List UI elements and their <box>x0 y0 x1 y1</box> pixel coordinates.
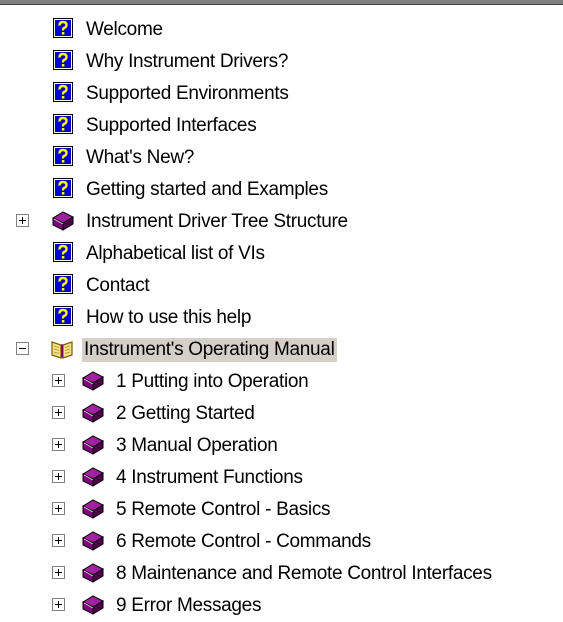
help-topic-icon <box>53 178 75 200</box>
tree-item-label: Getting started and Examples <box>86 179 328 200</box>
tree-item-whats-new[interactable]: What's New? <box>0 142 563 174</box>
help-topic-icon <box>53 18 75 40</box>
tree-item-label: 2 Getting Started <box>116 403 255 424</box>
tree-item-why-instrument-drivers[interactable]: Why Instrument Drivers? <box>0 46 563 78</box>
tree-item-label: Supported Environments <box>86 83 289 104</box>
tree-item-chapter-4[interactable]: 4 Instrument Functions <box>0 462 563 494</box>
closed-book-icon <box>81 434 105 456</box>
tree-item-label: 6 Remote Control - Commands <box>116 531 371 552</box>
tree-item-instrument-driver-tree-structure[interactable]: Instrument Driver Tree Structure <box>0 206 563 238</box>
plus-icon[interactable] <box>16 214 29 227</box>
tree-item-label: Alphabetical list of VIs <box>86 243 265 264</box>
plus-icon[interactable] <box>52 566 65 579</box>
tree-item-label: Instrument Driver Tree Structure <box>86 211 348 232</box>
closed-book-icon <box>81 402 105 424</box>
tree-item-label: 3 Manual Operation <box>116 435 278 456</box>
plus-icon[interactable] <box>52 598 65 611</box>
plus-icon[interactable] <box>52 374 65 387</box>
tree-item-label: Instrument's Operating Manual <box>82 338 337 362</box>
plus-icon[interactable] <box>52 406 65 419</box>
plus-icon[interactable] <box>52 534 65 547</box>
tree-item-alphabetical-list[interactable]: Alphabetical list of VIs <box>0 238 563 270</box>
tree-item-chapter-5[interactable]: 5 Remote Control - Basics <box>0 494 563 526</box>
plus-icon[interactable] <box>52 438 65 451</box>
tree-item-label: Supported Interfaces <box>86 115 257 136</box>
closed-book-icon <box>81 562 105 584</box>
closed-book-icon <box>81 466 105 488</box>
closed-book-icon <box>81 530 105 552</box>
tree-item-chapter-9[interactable]: 9 Error Messages <box>0 590 563 622</box>
tree-item-operating-manual[interactable]: Instrument's Operating Manual <box>0 334 563 366</box>
help-topic-icon <box>53 50 75 72</box>
help-topic-icon <box>53 114 75 136</box>
tree-item-chapter-1[interactable]: 1 Putting into Operation <box>0 366 563 398</box>
tree-item-label: 9 Error Messages <box>116 595 262 616</box>
help-contents-tree: Welcome Why Instrument Drivers? Supporte… <box>0 14 563 622</box>
tree-item-welcome[interactable]: Welcome <box>0 14 563 46</box>
tree-item-label: Why Instrument Drivers? <box>86 51 289 72</box>
tree-item-supported-environments[interactable]: Supported Environments <box>0 78 563 110</box>
tree-item-label: Contact <box>86 275 150 296</box>
open-book-icon <box>50 338 73 360</box>
help-topic-icon <box>53 242 75 264</box>
tree-item-getting-started-examples[interactable]: Getting started and Examples <box>0 174 563 206</box>
tree-item-label: 8 Maintenance and Remote Control Interfa… <box>116 563 492 584</box>
plus-icon[interactable] <box>52 502 65 515</box>
window-top-border <box>0 0 563 5</box>
tree-item-chapter-3[interactable]: 3 Manual Operation <box>0 430 563 462</box>
minus-icon[interactable] <box>16 342 29 355</box>
tree-item-how-to-use-help[interactable]: How to use this help <box>0 302 563 334</box>
closed-book-icon <box>51 210 75 232</box>
help-topic-icon <box>53 82 75 104</box>
closed-book-icon <box>81 594 105 616</box>
help-topic-icon <box>53 146 75 168</box>
tree-item-chapter-2[interactable]: 2 Getting Started <box>0 398 563 430</box>
tree-item-chapter-6[interactable]: 6 Remote Control - Commands <box>0 526 563 558</box>
closed-book-icon <box>81 370 105 392</box>
tree-item-label: 1 Putting into Operation <box>116 371 309 392</box>
tree-item-chapter-8[interactable]: 8 Maintenance and Remote Control Interfa… <box>0 558 563 590</box>
tree-item-label: How to use this help <box>86 307 252 328</box>
tree-item-label: 4 Instrument Functions <box>116 467 303 488</box>
tree-item-supported-interfaces[interactable]: Supported Interfaces <box>0 110 563 142</box>
help-topic-icon <box>53 274 75 296</box>
tree-item-label: What's New? <box>86 147 195 168</box>
plus-icon[interactable] <box>52 470 65 483</box>
help-topic-icon <box>53 306 75 328</box>
tree-item-label: 5 Remote Control - Basics <box>116 499 331 520</box>
tree-item-label: Welcome <box>86 19 163 40</box>
tree-item-contact[interactable]: Contact <box>0 270 563 302</box>
closed-book-icon <box>81 498 105 520</box>
